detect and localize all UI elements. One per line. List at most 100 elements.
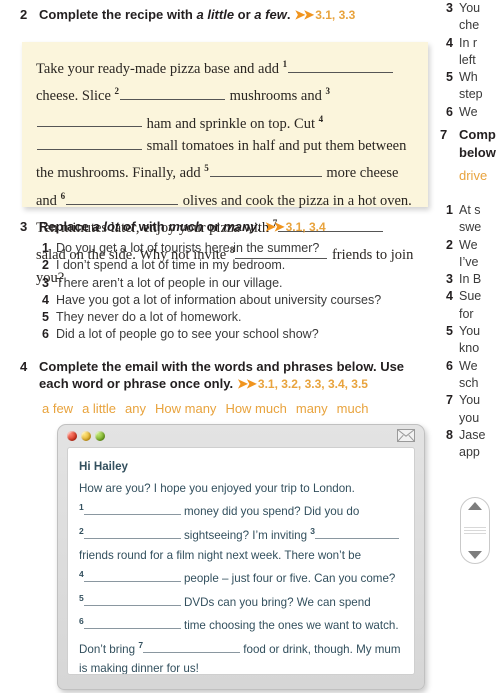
word-bank-item[interactable]: any xyxy=(125,401,146,416)
recipe-answer-blank-5[interactable] xyxy=(209,162,322,178)
question-text: I don’t spend a lot of time in my bedroo… xyxy=(56,258,286,273)
list-item[interactable]: 4 Have you got a lot of information abou… xyxy=(42,292,440,309)
recipe-text-1: Take your ready-made pizza base and add xyxy=(36,60,279,77)
page-scroll-control[interactable] xyxy=(460,497,490,564)
recipe-answer-blank-6[interactable] xyxy=(66,190,179,205)
ex3-instruction-part-3: with xyxy=(135,219,169,234)
recipe-blank-number-2: 2 xyxy=(114,86,120,97)
question-text-wrap: step xyxy=(459,87,483,102)
ex2-instruction-part-4: a few xyxy=(254,7,287,22)
exercise-4-heading: 4 Complete the email with the words and … xyxy=(0,358,440,393)
right-list-top: 3 You che 4 In r left 5 Wh step 6 We xyxy=(440,0,500,121)
list-item[interactable]: 8 Jase xyxy=(440,427,500,444)
recipe-text-box: Take your ready-made pizza base and add … xyxy=(22,42,428,286)
exercise-7-instruction-line-2: below xyxy=(459,144,496,160)
question-text-wrap: you xyxy=(459,410,480,425)
list-item[interactable]: 3 In B xyxy=(440,271,500,288)
email-answer-blank-5[interactable] xyxy=(83,593,181,606)
scroll-up-arrow-icon[interactable] xyxy=(468,502,482,510)
list-item[interactable]: 6 We xyxy=(440,104,500,121)
close-window-button[interactable] xyxy=(67,431,77,441)
email-text-5: people – just four or five. Can you come… xyxy=(183,572,396,586)
email-text-1: How are you? I hope you enjoyed your tri… xyxy=(79,481,355,495)
ex4-instruction-line-1: Complete the email with the words and ph… xyxy=(39,359,405,374)
question-number: 3 xyxy=(446,1,453,15)
list-item[interactable]: 2 I don’t spend a lot of time in my bedr… xyxy=(42,257,440,274)
question-number: 2 xyxy=(42,258,49,273)
question-number: 5 xyxy=(446,70,453,85)
question-number: 6 xyxy=(446,104,453,119)
recipe-answer-blank-3[interactable] xyxy=(37,112,142,128)
list-item[interactable]: 6 We xyxy=(440,358,500,375)
recipe-text-3: mushrooms and xyxy=(229,88,322,105)
exercise-4-number: 4 xyxy=(20,359,28,374)
email-text-3: sightseeing? I’m inviting xyxy=(183,528,308,542)
ex2-instruction-part-3: or xyxy=(234,7,255,22)
question-number: 8 xyxy=(446,427,453,442)
word-bank-item[interactable]: How many xyxy=(155,401,216,416)
email-answer-blank-3[interactable] xyxy=(315,526,400,539)
scroll-down-arrow-icon[interactable] xyxy=(468,551,482,559)
minimise-window-button[interactable] xyxy=(81,431,91,441)
recipe-blank-number-4: 4 xyxy=(318,113,324,124)
word-bank-item[interactable]: a little xyxy=(82,401,116,416)
recipe-answer-blank-2[interactable] xyxy=(120,85,226,101)
word-bank-item[interactable]: How much xyxy=(225,401,286,416)
email-title-bar[interactable] xyxy=(58,425,424,447)
list-item[interactable]: 1 At s xyxy=(440,202,500,219)
recipe-answer-blank-1[interactable] xyxy=(288,58,394,73)
question-text: Jase xyxy=(459,427,486,442)
list-item[interactable]: 3 You xyxy=(440,0,500,17)
list-item[interactable]: 1 Do you get a lot of tourists here in t… xyxy=(42,240,440,257)
exercise-2-grammar-ref[interactable]: 3.1, 3.3 xyxy=(315,8,355,22)
exercise-3-question-list: 1 Do you get a lot of tourists here in t… xyxy=(0,240,440,344)
list-item[interactable]: 5 You xyxy=(440,323,500,340)
word-bank-item[interactable]: a few xyxy=(42,401,73,416)
exercise-7-word-bank-item[interactable]: drive xyxy=(440,167,500,184)
list-item[interactable]: 5 Wh xyxy=(440,69,500,86)
maximise-window-button[interactable] xyxy=(95,431,105,441)
word-bank-item[interactable]: much xyxy=(337,401,369,416)
email-answer-blank-4[interactable] xyxy=(83,569,181,583)
scroll-track[interactable] xyxy=(464,525,486,536)
textbook-page: 2 Complete the recipe with a little or a… xyxy=(0,0,500,693)
question-number: 1 xyxy=(42,241,49,255)
email-answer-blank-1[interactable] xyxy=(83,502,181,516)
email-answer-blank-6[interactable] xyxy=(83,616,181,630)
recipe-blank-number-1: 1 xyxy=(282,59,288,69)
list-item[interactable]: 4 In r xyxy=(440,35,500,52)
question-text: You xyxy=(459,324,481,339)
exercise-3-grammar-ref[interactable]: 3.1, 3.4 xyxy=(286,220,326,234)
question-text: Sue xyxy=(459,289,482,304)
ex2-instruction-part-5: . xyxy=(286,7,291,22)
question-number: 5 xyxy=(446,324,453,339)
exercise-7-instruction-line-1: Comp xyxy=(459,127,496,142)
list-item[interactable]: 5 They never do a lot of homework. xyxy=(42,309,440,326)
list-item[interactable]: 2 We xyxy=(440,237,500,254)
question-text-wrap: for xyxy=(459,306,474,321)
ex2-instruction-part-1: Complete the recipe with xyxy=(39,7,197,22)
ex3-instruction-part-7: . xyxy=(257,219,261,234)
email-answer-blank-2[interactable] xyxy=(83,526,181,539)
list-item[interactable]: 3 There aren’t a lot of people in our vi… xyxy=(42,275,440,292)
left-column: 2 Complete the recipe with a little or a… xyxy=(0,0,440,693)
recipe-blank-number-3: 3 xyxy=(325,86,331,97)
question-number: 4 xyxy=(446,289,453,304)
email-text-6: DVDs can you bring? We can spend xyxy=(183,595,371,609)
question-text: At s xyxy=(459,203,481,217)
list-item[interactable]: 7 You xyxy=(440,392,500,409)
email-answer-blank-7[interactable] xyxy=(143,640,241,653)
grammar-ref-arrow-icon: ➤➤ xyxy=(237,376,257,391)
list-item[interactable]: 6 Did a lot of people go to see your sch… xyxy=(42,326,440,343)
question-number: 6 xyxy=(42,327,49,342)
question-text: We xyxy=(459,237,478,252)
ex4-instruction-line-2: each word or phrase once only. xyxy=(39,376,234,391)
question-number: 5 xyxy=(42,310,49,325)
list-item[interactable]: 4 Sue xyxy=(440,288,500,305)
exercise-4-grammar-ref[interactable]: 3.1, 3.2, 3.3, 3.4, 3.5 xyxy=(258,377,368,391)
recipe-answer-blank-4[interactable] xyxy=(37,135,142,150)
ex3-instruction-part-2: a lot of xyxy=(92,219,136,234)
word-bank-item[interactable]: many xyxy=(296,401,328,416)
question-number: 3 xyxy=(42,275,49,290)
question-number: 6 xyxy=(446,358,453,373)
